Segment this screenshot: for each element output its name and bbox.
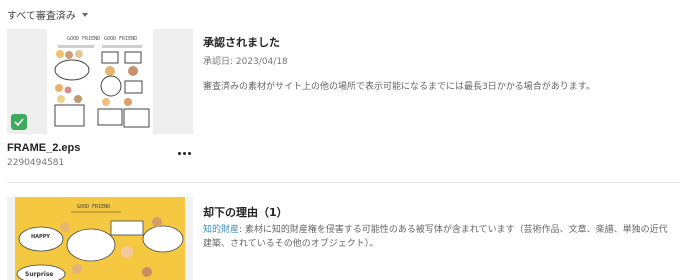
intellectual-property-link[interactable]: 知的財産 — [203, 225, 239, 235]
file-name: FRAME_2.eps — [7, 142, 81, 154]
frame-illustration: GOOD FRIEND GOOD FRIEND — [47, 29, 153, 134]
more-icon-dot — [188, 152, 191, 155]
thumbnail-heading-2: GOOD FRIEND — [77, 204, 110, 210]
status-filter-dropdown[interactable]: すべて審査済み — [7, 6, 88, 22]
asset-thumbnail-2[interactable]: GOOD FRIEND HAPPY Surprise — [7, 197, 193, 280]
more-options-button[interactable] — [176, 150, 193, 157]
svg-text:GOOD FRIEND: GOOD FRIEND — [104, 36, 137, 42]
file-id: 2290494581 — [7, 158, 65, 168]
status-title: 承認されました — [203, 36, 280, 49]
frame-illustration-2: GOOD FRIEND HAPPY Surprise — [15, 197, 185, 280]
asset-thumbnail[interactable]: GOOD FRIEND GOOD FRIEND — [7, 29, 193, 134]
rejection-reason-text: 知的財産: 素材に知的財産権を侵害する可能性のある被写体が含まれています（芸術作… — [203, 223, 673, 251]
approved-check-icon — [11, 114, 27, 130]
item-divider — [7, 182, 680, 183]
more-icon-dot — [178, 152, 181, 155]
thumbnail-bubble-happy: HAPPY — [31, 234, 50, 240]
approval-date: 承認日: 2023/04/18 — [203, 57, 288, 67]
status-filter-label: すべて審査済み — [7, 10, 76, 22]
rejection-reason-title: 却下の理由（1） — [203, 206, 288, 219]
status-description: 審査済みの素材がサイト上の他の場所で表示可能になるまでには最長3日かかる場合があ… — [203, 82, 595, 92]
thumbnail-heading-1: GOOD FRIEND — [67, 36, 100, 42]
chevron-down-icon — [81, 12, 88, 17]
rejection-reason-detail: : 素材に知的財産権を侵害する可能性のある被写体が含まれています（芸術作品、文章… — [203, 225, 668, 249]
thumbnail-bubble-surprise: Surprise — [25, 271, 54, 278]
more-icon-dot — [183, 152, 186, 155]
